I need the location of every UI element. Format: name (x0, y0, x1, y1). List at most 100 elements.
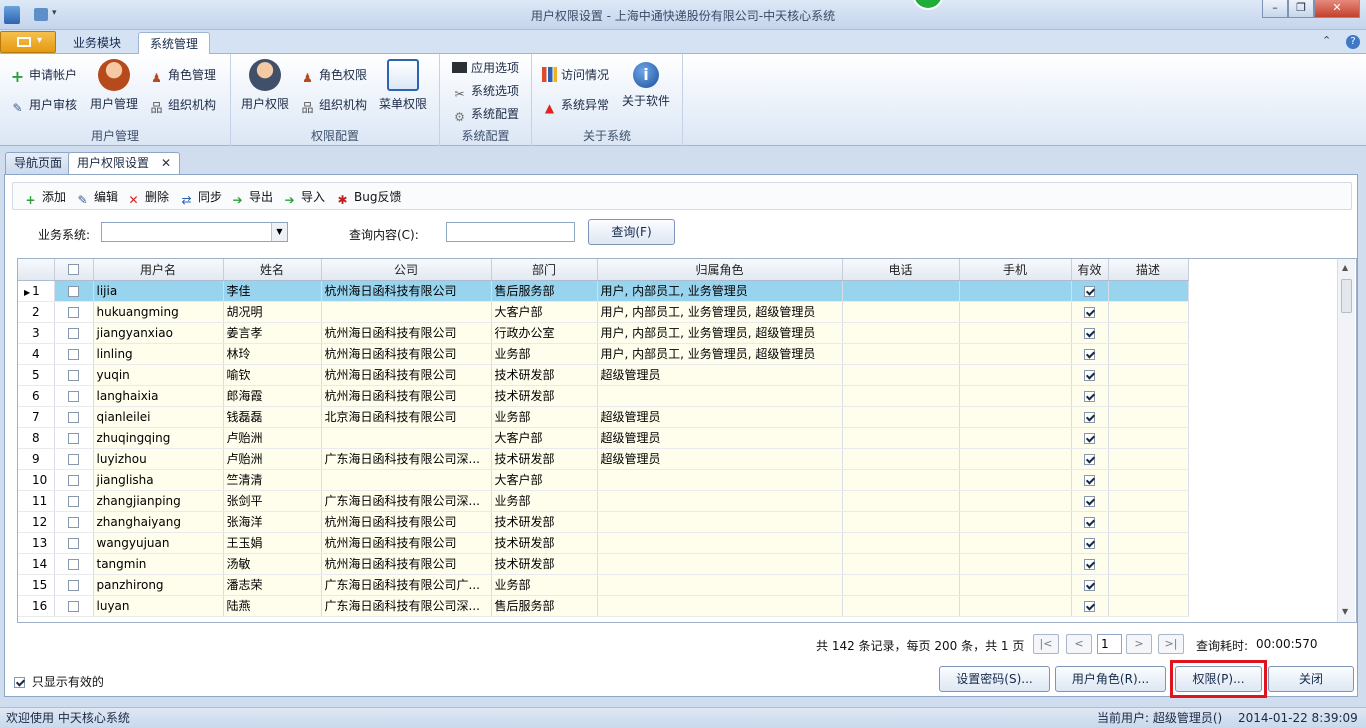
row-select-cell[interactable] (54, 469, 94, 491)
cell-valid[interactable] (1071, 469, 1109, 491)
cell-valid[interactable] (1071, 574, 1109, 596)
close-button[interactable]: 关闭 (1268, 666, 1354, 692)
row-select-cell[interactable] (54, 427, 94, 449)
row-select-cell[interactable] (54, 343, 94, 365)
tab-navigation[interactable]: 导航页面 (5, 152, 72, 174)
app-options-button[interactable]: 应用选项 (452, 57, 519, 79)
tab-user-permission[interactable]: 用户权限设置 ✕ (68, 152, 180, 175)
row-checkbox[interactable] (68, 537, 79, 549)
row-checkbox[interactable] (68, 285, 79, 297)
user-perm-button[interactable]: 用户权限 (239, 59, 291, 112)
sys-errors-button[interactable]: ▲ 系统异常 (542, 94, 609, 116)
valid-checkbox[interactable] (1084, 390, 1095, 402)
table-row[interactable]: 11 zhangjianping 张剑平 广东海日函科技有限公司深... 业务部 (18, 490, 1338, 512)
row-select-cell[interactable] (54, 406, 94, 428)
row-checkbox[interactable] (68, 369, 79, 381)
col-name[interactable]: 姓名 (223, 259, 322, 281)
show-valid-checkbox[interactable] (14, 677, 25, 688)
visits-button[interactable]: 访问情况 (542, 64, 609, 86)
sys-config-button[interactable]: ⚙ 系统配置 (452, 103, 519, 125)
table-row[interactable]: ▶ 1 lijia 李佳 杭州海日函科技有限公司 售后服务部 用户, 内部员工, 业务管理员 (18, 280, 1338, 302)
row-select-cell[interactable] (54, 574, 94, 596)
col-company[interactable]: 公司 (321, 259, 492, 281)
help-icon[interactable]: ? (1346, 35, 1360, 49)
scroll-down-icon[interactable]: ▼ (1342, 607, 1348, 616)
table-row[interactable]: 12 zhanghaiyang 张海洋 杭州海日函科技有限公司 技术研发部 (18, 511, 1338, 533)
col-roles[interactable]: 归属角色 (597, 259, 843, 281)
user-audit-button[interactable]: ✎ 用户审核 (10, 94, 77, 116)
about-software-button[interactable]: i 关于软件 (620, 59, 672, 109)
valid-checkbox[interactable] (1084, 516, 1095, 528)
role-perm-button[interactable]: ♟ 角色权限 (300, 64, 367, 86)
row-checkbox[interactable] (68, 348, 79, 360)
cell-valid[interactable] (1071, 343, 1109, 365)
cell-valid[interactable] (1071, 364, 1109, 386)
edit-button[interactable]: ✎ 编辑 (75, 188, 118, 207)
export-button[interactable]: ➔ 导出 (230, 188, 273, 207)
table-row[interactable]: 6 langhaixia 郎海霞 杭州海日函科技有限公司 技术研发部 (18, 385, 1338, 407)
system-select[interactable]: ▼ (101, 222, 288, 242)
col-username[interactable]: 用户名 (93, 259, 224, 281)
row-checkbox[interactable] (68, 579, 79, 591)
row-checkbox[interactable] (68, 453, 79, 465)
row-select-cell[interactable] (54, 301, 94, 323)
valid-checkbox[interactable] (1084, 579, 1095, 591)
apply-account-button[interactable]: + 申请帐户 (10, 64, 77, 86)
cell-valid[interactable] (1071, 301, 1109, 323)
cell-valid[interactable] (1071, 490, 1109, 512)
cell-valid[interactable] (1071, 406, 1109, 428)
row-checkbox[interactable] (68, 432, 79, 444)
query-button[interactable]: 查询(F) (588, 219, 675, 245)
cell-valid[interactable] (1071, 385, 1109, 407)
cell-valid[interactable] (1071, 322, 1109, 344)
valid-checkbox[interactable] (1084, 600, 1095, 612)
grid-scrollbar[interactable]: ▲ ▼ (1337, 259, 1355, 622)
table-row[interactable]: 15 panzhirong 潘志荣 广东海日函科技有限公司广... 业务部 (18, 574, 1338, 596)
valid-checkbox[interactable] (1084, 348, 1095, 360)
perm-org-button[interactable]: 品组织机构 (300, 94, 367, 116)
table-row[interactable]: 4 linling 林玲 杭州海日函科技有限公司 业务部 用户, 内部员工, 业务管理员,… (18, 343, 1338, 365)
permission-button[interactable]: 权限(P)... (1175, 666, 1262, 692)
table-row[interactable]: 10 jianglisha 竺清清 大客户部 (18, 469, 1338, 491)
row-select-cell[interactable] (54, 553, 94, 575)
valid-checkbox[interactable] (1084, 537, 1095, 549)
row-checkbox[interactable] (68, 411, 79, 423)
page-number-input[interactable]: 1 (1097, 634, 1122, 654)
valid-checkbox[interactable] (1084, 285, 1095, 297)
query-input[interactable] (446, 222, 575, 242)
prev-page-button[interactable]: < (1066, 634, 1092, 654)
valid-checkbox[interactable] (1084, 369, 1095, 381)
set-password-button[interactable]: 设置密码(S)... (939, 666, 1050, 692)
cell-valid[interactable] (1071, 553, 1109, 575)
user-role-button[interactable]: 用户角色(R)... (1055, 666, 1166, 692)
valid-checkbox[interactable] (1084, 411, 1095, 423)
role-manage-button[interactable]: ♟ 角色管理 (149, 64, 216, 86)
select-all-checkbox[interactable] (68, 264, 79, 276)
menu-perm-button[interactable]: 菜单权限 (377, 59, 429, 112)
col-valid[interactable]: 有效 (1071, 259, 1109, 281)
row-checkbox[interactable] (68, 516, 79, 528)
row-select-cell[interactable] (54, 322, 94, 344)
show-valid-toggle[interactable]: 只显示有效的 (14, 673, 104, 690)
cell-valid[interactable] (1071, 532, 1109, 554)
bug-report-button[interactable]: ✱ Bug反馈 (335, 188, 401, 207)
delete-button[interactable]: ✕ 删除 (126, 188, 169, 207)
cell-valid[interactable] (1071, 595, 1109, 617)
row-checkbox[interactable] (68, 558, 79, 570)
cell-valid[interactable] (1071, 427, 1109, 449)
first-page-button[interactable]: |< (1033, 634, 1059, 654)
row-select-cell[interactable] (54, 364, 94, 386)
valid-checkbox[interactable] (1084, 453, 1095, 465)
row-checkbox[interactable] (68, 600, 79, 612)
valid-checkbox[interactable] (1084, 432, 1095, 444)
valid-checkbox[interactable] (1084, 558, 1095, 570)
org-button[interactable]: 品组织机构 (149, 94, 216, 116)
select-all-header[interactable] (54, 259, 94, 281)
row-checkbox[interactable] (68, 390, 79, 402)
valid-checkbox[interactable] (1084, 327, 1095, 339)
sync-button[interactable]: ⇄ 同步 (179, 188, 222, 207)
row-select-cell[interactable] (54, 532, 94, 554)
table-row[interactable]: 7 qianleilei 钱磊磊 北京海日函科技有限公司 业务部 超级管理员 (18, 406, 1338, 428)
row-select-cell[interactable] (54, 280, 94, 302)
table-row[interactable]: 14 tangmin 汤敏 杭州海日函科技有限公司 技术研发部 (18, 553, 1338, 575)
